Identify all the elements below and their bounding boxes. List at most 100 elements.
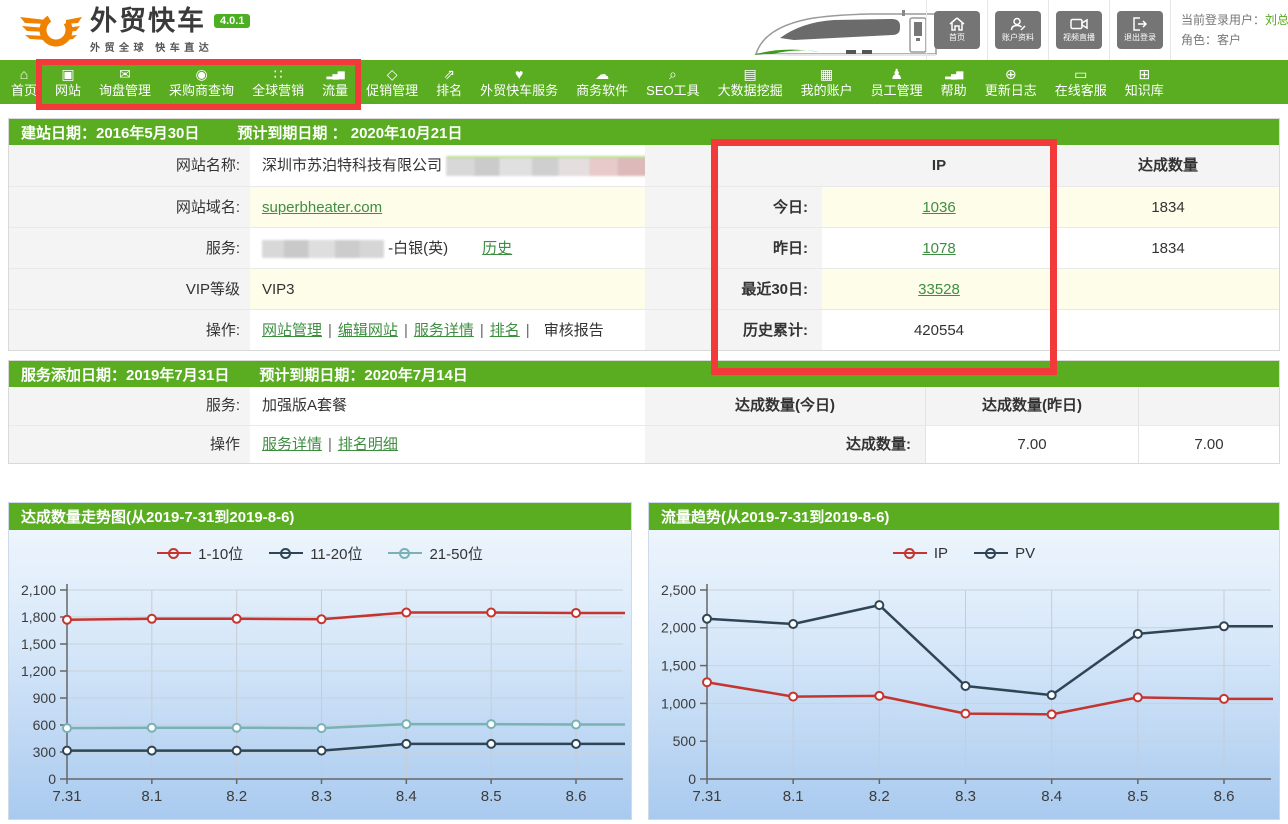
- video-button-label: 视频直播: [1063, 32, 1095, 43]
- reach-chart: 1-10位11-20位21-50位 03006009001,2001,5001,…: [9, 530, 631, 819]
- site-row-service: 服务: -白银(英)历史 昨日: 1078 1834: [9, 227, 1279, 268]
- site-name-value: 深圳市苏泊特科技有限公司: [250, 145, 645, 186]
- nav-item-traffic[interactable]: ▂▄▆流量: [313, 60, 357, 104]
- role-line: 角色：客户: [1181, 30, 1288, 50]
- site-info-section: 建站日期：2016年5月30日 预计到期日期 ： 2020年10月21日 网站名…: [8, 118, 1280, 351]
- legend-label: 11-20位: [310, 543, 362, 564]
- reach-today-value: 7.00: [925, 425, 1138, 463]
- nav-item-home[interactable]: ⌂首页: [2, 60, 46, 104]
- stats-30days-ip: 33528: [822, 268, 1056, 309]
- data-point: [572, 740, 580, 748]
- service-detail-link[interactable]: 服务详情: [414, 322, 474, 339]
- stats-col-ip: IP: [822, 145, 1056, 186]
- site-manage-link[interactable]: 网站管理: [262, 322, 322, 339]
- y-tick-label: 900: [33, 690, 57, 706]
- nav-item-global-marketing[interactable]: ∷全球营销: [243, 60, 313, 104]
- logout-icon: [1132, 17, 1148, 31]
- nav-item-website[interactable]: ▣网站: [46, 60, 90, 104]
- last30-ip-link[interactable]: 33528: [918, 281, 960, 298]
- trend-up-icon: ⇗: [443, 66, 455, 83]
- nav-item-buyer-search[interactable]: ◉采购商查询: [160, 60, 243, 104]
- y-tick-label: 300: [33, 744, 57, 760]
- data-point: [487, 720, 495, 728]
- nav-item-inquiry[interactable]: ✉询盘管理: [90, 60, 160, 104]
- service-row-2: 操作 服务详情|排名明细 达成数量: 7.00 7.00: [9, 425, 1279, 463]
- stats-spacer: [645, 145, 822, 186]
- x-tick-label: 8.3: [311, 788, 332, 805]
- bar-chart-icon: ▂▄▆: [945, 66, 962, 83]
- yesterday-ip-link[interactable]: 1078: [922, 240, 955, 257]
- nav-item-promotion[interactable]: ◇促销管理: [357, 60, 427, 104]
- x-tick-label: 8.5: [481, 788, 502, 805]
- data-point: [402, 740, 410, 748]
- nav-item-knowledge-base[interactable]: ⊞知识库: [1116, 60, 1173, 104]
- circles-grid-icon: ∷: [274, 66, 283, 83]
- redacted-region: [446, 156, 645, 176]
- nav-item-changelog[interactable]: ⊕更新日志: [976, 60, 1046, 104]
- nav-item-my-account[interactable]: ▦我的账户: [792, 60, 862, 104]
- service2-op-label: 操作: [9, 425, 250, 463]
- account-button[interactable]: 账户资料: [995, 11, 1041, 49]
- series-line-PV: [707, 605, 1273, 695]
- nav-item-staff[interactable]: ♟员工管理: [862, 60, 932, 104]
- site-row-name: 网站名称: 深圳市苏泊特科技有限公司 IP 达成数量: [9, 145, 1279, 186]
- data-point: [1048, 710, 1056, 718]
- legend-label: 1-10位: [198, 543, 243, 564]
- service2-value: 加强版A套餐: [250, 387, 645, 425]
- home-button[interactable]: 首页: [934, 11, 980, 49]
- legend-item-IP[interactable]: IP: [893, 545, 948, 562]
- main-nav: ⌂首页 ▣网站 ✉询盘管理 ◉采购商查询 ∷全球营销 ▂▄▆流量 ◇促销管理 ⇗…: [0, 60, 1288, 104]
- account-profile-icon: [1010, 17, 1026, 31]
- history-link[interactable]: 历史: [482, 240, 512, 257]
- header-cell-home: 首页: [926, 0, 987, 60]
- ranking-detail-link[interactable]: 排名明细: [338, 436, 398, 453]
- data-point: [572, 721, 580, 729]
- home-button-label: 首页: [949, 32, 965, 43]
- reach-chart-legend: 1-10位 11-20位 21-50位: [9, 530, 631, 576]
- nav-item-help[interactable]: ▂▄▆帮助: [932, 60, 976, 104]
- ranking-link[interactable]: 排名: [490, 322, 520, 339]
- role-name: 客户: [1217, 33, 1241, 47]
- site-row-domain: 网站域名: superbheater.com 今日: 1036 1834: [9, 186, 1279, 227]
- data-point: [63, 724, 71, 732]
- nav-item-seo-tools[interactable]: ⌕SEO工具: [637, 60, 708, 104]
- reach-yesterday-value: 7.00: [1138, 425, 1279, 463]
- top-header: 外贸快车 4.0.1 外贸全球 快车直达: [0, 0, 1288, 60]
- logout-button[interactable]: 退出登录: [1117, 11, 1163, 49]
- nav-item-service[interactable]: ♥外贸快车服务: [471, 60, 567, 104]
- video-button[interactable]: 视频直播: [1056, 11, 1102, 49]
- nav-item-ranking[interactable]: ⇗排名: [427, 60, 471, 104]
- nav-item-business-software[interactable]: ☁商务软件: [567, 60, 637, 104]
- nav-item-big-data[interactable]: ▤大数据挖掘: [709, 60, 792, 104]
- x-tick-label: 8.4: [1041, 788, 1062, 805]
- legend-item-PV[interactable]: PV: [974, 545, 1035, 562]
- site-section-header: 建站日期：2016年5月30日 预计到期日期 ： 2020年10月21日: [9, 119, 1279, 145]
- reach-yesterday-header: 达成数量(昨日): [925, 387, 1138, 425]
- domain-link[interactable]: superbheater.com: [262, 199, 382, 216]
- traffic-trend-chart-panel: 流量趋势(从2019-7-31到2019-8-6) IPPV 05001,000…: [648, 502, 1280, 820]
- x-tick-label: 8.2: [226, 788, 247, 805]
- today-ip-link[interactable]: 1036: [922, 199, 955, 216]
- service-detail-link[interactable]: 服务详情: [262, 436, 322, 453]
- legend-item-11-20位[interactable]: 11-20位: [269, 543, 362, 564]
- data-point: [789, 620, 797, 628]
- nav-item-online-support[interactable]: ▭在线客服: [1046, 60, 1116, 104]
- x-tick-label: 8.6: [1214, 788, 1235, 805]
- audit-report-text[interactable]: 审核报告: [544, 322, 604, 339]
- circle-plus-icon: ⊕: [1005, 66, 1017, 83]
- edit-site-link[interactable]: 编辑网站: [338, 322, 398, 339]
- data-point: [1134, 693, 1142, 701]
- legend-item-1-10位[interactable]: 1-10位: [157, 543, 243, 564]
- legend-item-21-50位[interactable]: 21-50位: [388, 543, 482, 564]
- legend-label: IP: [934, 545, 948, 562]
- data-point: [703, 615, 711, 623]
- data-point: [1220, 622, 1228, 630]
- service-expire-date: 预计到期日期：2020年7月14日: [259, 364, 467, 385]
- logo-text: 外贸快车 4.0.1 外贸全球 快车直达: [90, 6, 250, 54]
- data-point: [875, 601, 883, 609]
- data-point: [1220, 695, 1228, 703]
- data-point: [962, 682, 970, 690]
- y-tick-label: 500: [673, 733, 697, 749]
- current-user-name[interactable]: 刘总: [1265, 13, 1288, 27]
- y-tick-label: 2,100: [21, 582, 56, 598]
